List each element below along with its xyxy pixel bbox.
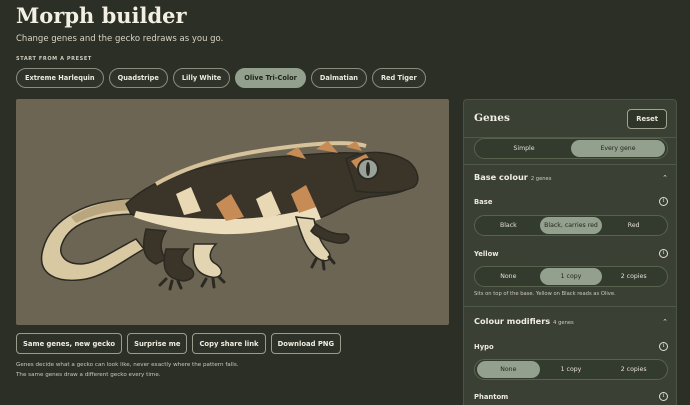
hypo-gene-row: Hypo i <box>474 342 668 351</box>
preset-lilly-white[interactable]: Lilly White <box>172 68 231 88</box>
base-option-red[interactable]: Red <box>602 217 665 234</box>
info-icon[interactable]: i <box>659 197 668 206</box>
section-count: 4 genes <box>553 320 574 326</box>
preset-olive-tri-color[interactable]: Olive Tri-Color <box>235 68 306 88</box>
base-colour-section[interactable]: Base colour 2 genes ⌃ <box>474 172 668 182</box>
genes-note: Genes decide what a gecko can look like,… <box>16 362 239 378</box>
gene-label: Base <box>474 197 493 206</box>
surprise-button[interactable]: Surprise me <box>127 333 188 354</box>
info-icon[interactable]: i <box>659 392 668 401</box>
preset-extreme-harlequin[interactable]: Extreme Harlequin <box>16 68 104 88</box>
base-gene-row: Base i <box>474 197 668 206</box>
base-options: Black Black, carries red Red <box>474 215 668 236</box>
phantom-gene-row: Phantom i <box>474 392 668 401</box>
mode-every-gene[interactable]: Every gene <box>571 140 665 157</box>
new-gecko-button[interactable]: Same genes, new gecko <box>16 333 123 354</box>
divider <box>464 164 676 165</box>
preset-list: Extreme Harlequin Quadstripe Lilly White… <box>16 68 426 88</box>
hypo-option-1-copy[interactable]: 1 copy <box>540 361 603 378</box>
base-option-black[interactable]: Black <box>477 217 540 234</box>
genes-panel: Genes Reset Simple Every gene Base colou… <box>463 99 677 405</box>
preset-red-tiger[interactable]: Red Tiger <box>371 68 426 88</box>
yellow-hint: Sits on top of the base. Yellow on Black… <box>474 291 616 297</box>
hypo-option-2-copies[interactable]: 2 copies <box>602 361 665 378</box>
colour-modifiers-section[interactable]: Colour modifiers 4 genes ⌃ <box>474 316 668 326</box>
preset-section-label: START FROM A PRESET <box>16 56 92 62</box>
section-title: Base colour <box>474 172 528 182</box>
base-option-black-carries-red[interactable]: Black, carries red <box>539 217 603 234</box>
section-count: 2 genes <box>530 176 552 182</box>
yellow-options: None 1 copy 2 copies <box>474 266 668 287</box>
hypo-option-none[interactable]: None <box>477 361 540 378</box>
yellow-gene-row: Yellow i <box>474 249 668 258</box>
page-subtitle: Change genes and the gecko redraws as yo… <box>16 34 224 44</box>
page-title: Morph builder <box>16 3 187 28</box>
preset-dalmatian[interactable]: Dalmatian <box>310 68 367 88</box>
gecko-actions: Same genes, new gecko Surprise me Copy s… <box>16 333 342 354</box>
mode-toggle: Simple Every gene <box>474 138 668 159</box>
gene-label: Yellow <box>474 249 499 258</box>
yellow-option-1-copy[interactable]: 1 copy <box>539 268 603 285</box>
gene-label: Phantom <box>474 392 509 401</box>
gecko-illustration <box>40 141 419 291</box>
reset-button[interactable]: Reset <box>627 109 667 129</box>
preset-quadstripe[interactable]: Quadstripe <box>108 68 168 88</box>
yellow-option-2-copies[interactable]: 2 copies <box>602 268 665 285</box>
download-png-button[interactable]: Download PNG <box>270 333 342 354</box>
info-icon[interactable]: i <box>659 342 668 351</box>
chevron-up-icon: ⌃ <box>662 318 668 326</box>
yellow-option-none[interactable]: None <box>477 268 540 285</box>
info-icon[interactable]: i <box>659 249 668 258</box>
copy-share-link-button[interactable]: Copy share link <box>192 333 266 354</box>
hypo-options: None 1 copy 2 copies <box>474 359 668 380</box>
gecko-canvas <box>16 99 449 325</box>
divider <box>464 306 676 307</box>
genes-title: Genes <box>474 112 510 124</box>
gene-label: Hypo <box>474 342 494 351</box>
chevron-up-icon: ⌃ <box>662 174 668 182</box>
section-title: Colour modifiers <box>474 316 551 326</box>
mode-simple[interactable]: Simple <box>477 140 571 157</box>
